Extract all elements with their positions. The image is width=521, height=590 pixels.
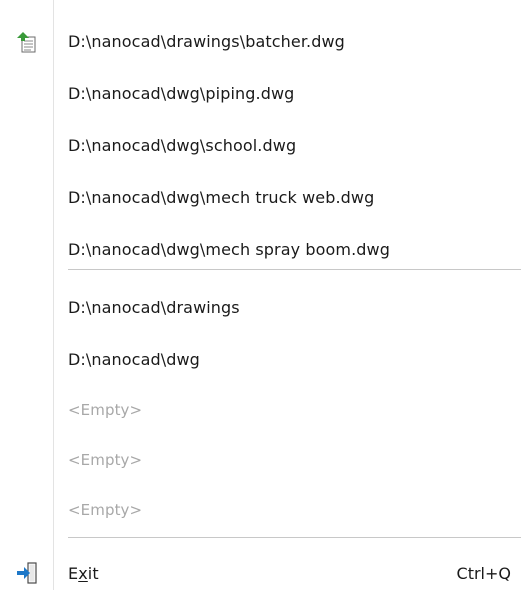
- menu-separator: [68, 269, 521, 270]
- exit-label-mnemonic: x: [78, 564, 88, 583]
- recent-folder-item-3: <Empty>: [0, 384, 521, 436]
- exit-label: Exit: [68, 548, 99, 590]
- recent-file-label: D:\nanocad\dwg\piping.dwg: [68, 84, 295, 103]
- recent-file-item-3[interactable]: D:\nanocad\dwg\school.dwg: [0, 120, 521, 172]
- recent-file-item-2[interactable]: D:\nanocad\dwg\piping.dwg: [0, 68, 521, 120]
- recent-folder-item-2[interactable]: D:\nanocad\dwg: [0, 334, 521, 386]
- empty-slot-label: <Empty>: [68, 451, 143, 469]
- empty-slot-label: <Empty>: [68, 501, 143, 519]
- recent-file-label: D:\nanocad\drawings\batcher.dwg: [68, 32, 345, 51]
- exit-label-suffix: it: [87, 564, 99, 583]
- recent-file-label: D:\nanocad\dwg\school.dwg: [68, 136, 297, 155]
- exit-menu-item[interactable]: Exit Ctrl+Q: [0, 548, 521, 590]
- recent-folder-item-4: <Empty>: [0, 434, 521, 486]
- recent-folder-item-1[interactable]: D:\nanocad\drawings: [0, 282, 521, 334]
- recent-folder-label: D:\nanocad\dwg: [68, 350, 200, 369]
- exit-icon: [15, 561, 39, 585]
- empty-slot-label: <Empty>: [68, 401, 143, 419]
- recent-file-item-1[interactable]: D:\nanocad\drawings\batcher.dwg: [0, 16, 521, 68]
- exit-label-prefix: E: [68, 564, 79, 583]
- recent-file-label: D:\nanocad\dwg\mech truck web.dwg: [68, 188, 375, 207]
- recent-files-menu: D:\nanocad\drawings\batcher.dwg D:\nanoc…: [0, 0, 521, 590]
- recent-folder-label: D:\nanocad\drawings: [68, 298, 240, 317]
- exit-shortcut: Ctrl+Q: [456, 564, 511, 583]
- menu-separator: [68, 537, 521, 538]
- recent-folder-item-5: <Empty>: [0, 484, 521, 536]
- recent-files-icon: [15, 30, 39, 54]
- recent-file-item-4[interactable]: D:\nanocad\dwg\mech truck web.dwg: [0, 172, 521, 224]
